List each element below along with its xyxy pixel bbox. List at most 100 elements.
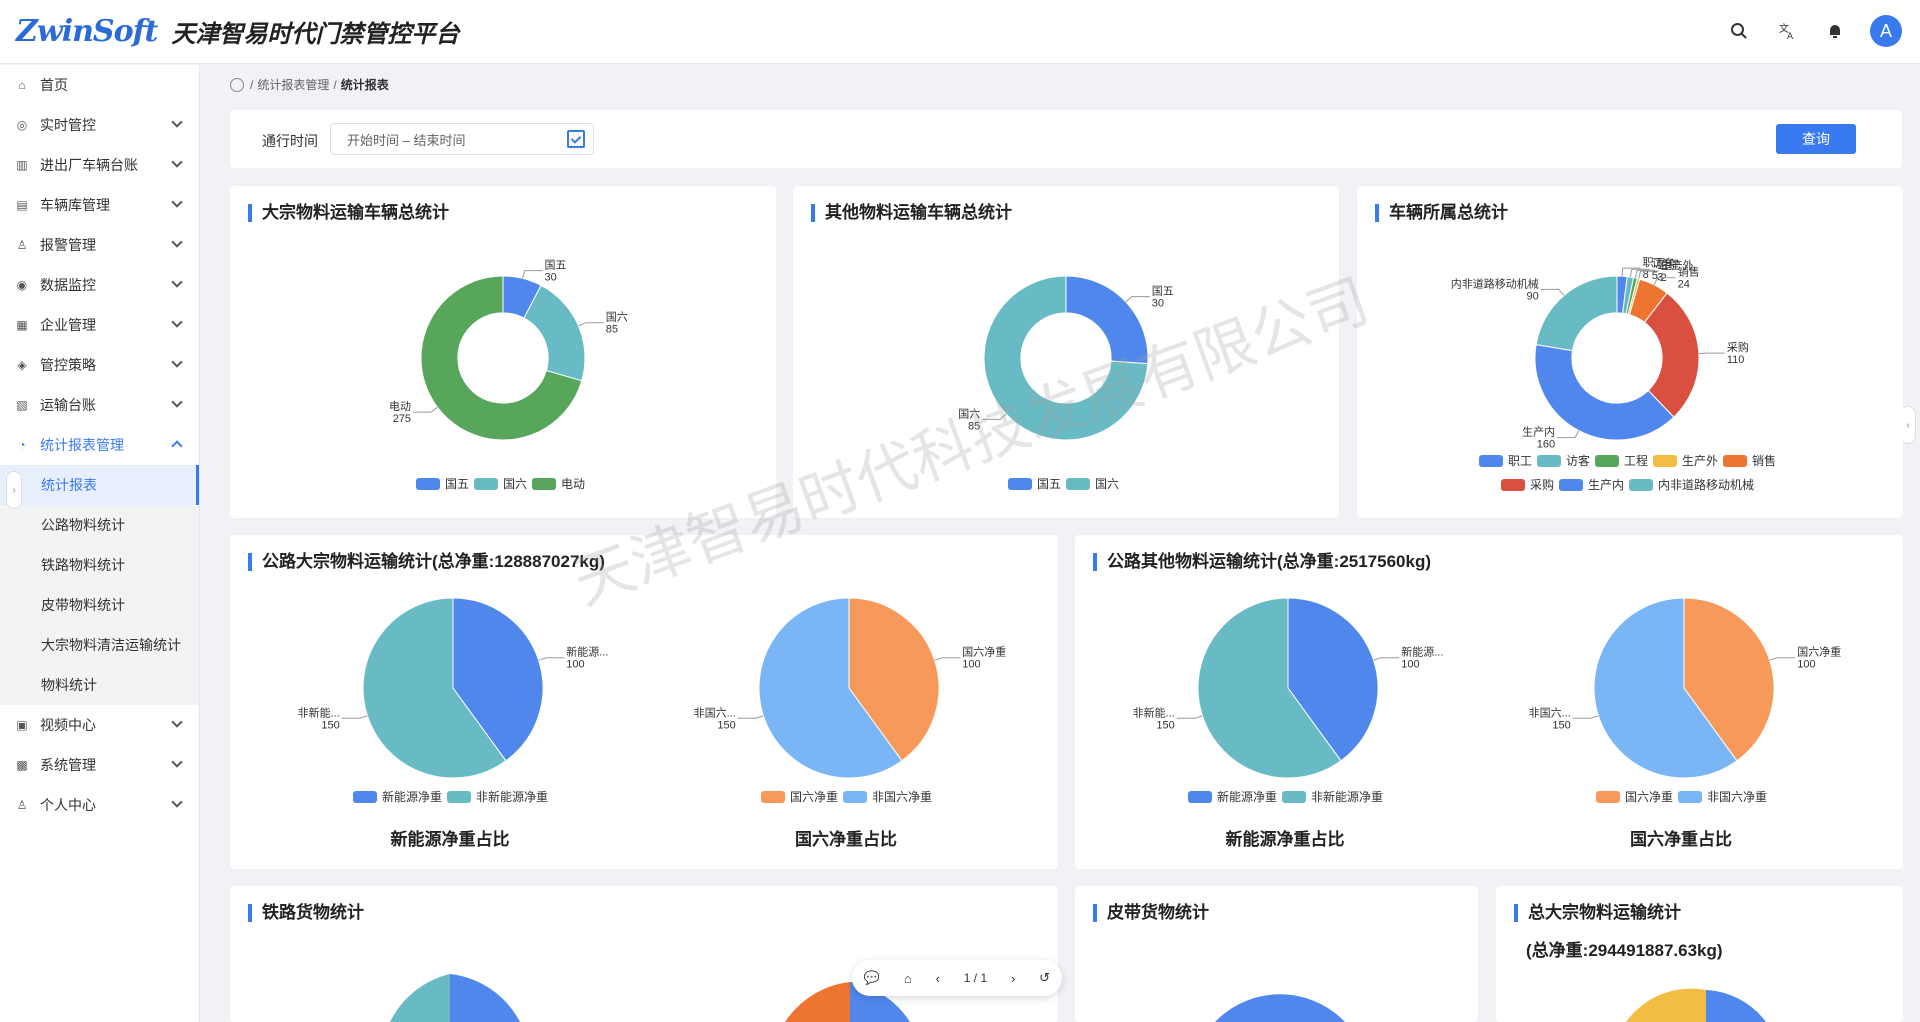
avatar[interactable]: A [1870,15,1902,47]
legend-label[interactable]: 国五 [445,477,469,491]
query-button[interactable]: 查询 [1776,124,1856,154]
legend-label[interactable]: 电动 [561,477,585,491]
pie-slice[interactable] [1535,275,1618,352]
sidebar-collapse-handle[interactable]: › [6,471,22,509]
chevron-icon [171,236,183,248]
pie-value: 85 [606,324,618,336]
legend-label[interactable]: 国六 [503,477,527,491]
donut-chart-bulk-vehicles: 国五30国六85电动275国五 国六 电动 [389,259,628,491]
sidebar-item[interactable]: ◈ 管控策略 [0,345,199,385]
pie-label-line [413,406,438,413]
legend-swatch [1595,455,1619,467]
sidebar-subitem[interactable]: 大宗物料清洁运输统计 [0,625,199,665]
legend-label[interactable]: 国六 [1095,477,1119,491]
legend-label[interactable]: 销售 [1752,453,1776,468]
legend-label[interactable]: 采购 [1530,477,1554,492]
card-total-bulk: 总大宗物料运输统计 (总净重:294491887.63kg) [1496,886,1903,1022]
card-belt: 皮带货物统计 [1075,886,1478,1022]
sidebar-item-label: 统计报表管理 [40,437,124,453]
sidebar-item[interactable]: ♙ 报警管理 [0,225,199,265]
sidebar-subitem[interactable]: 公路物料统计 [0,505,199,545]
sidebar-item[interactable]: ◔ 统计报表管理 [0,425,199,465]
sidebar-subitem[interactable]: 皮带物料统计 [0,585,199,625]
home-icon[interactable]: ⌂ [904,971,912,986]
legend-label[interactable]: 职工 [1508,454,1532,468]
sidebar-item[interactable]: ▤ 车辆库管理 [0,185,199,225]
bell-icon[interactable] [1818,14,1852,48]
transport-ledger-icon: ▧ [16,398,28,412]
pie-slice[interactable] [523,284,586,382]
sidebar-item[interactable]: ◎ 实时管控 [0,105,199,145]
pie-label-line [934,657,961,661]
legend-swatch [1678,791,1702,803]
pie-label-line [1572,715,1599,719]
legend-swatch [761,791,785,803]
pie-label: 生产内 [1522,425,1555,439]
sidebar-subitem[interactable]: 统计报表 [0,465,199,505]
translate-icon[interactable]: 文A [1770,14,1804,48]
pie-slice[interactable] [1065,275,1149,365]
legend-swatch [353,791,377,803]
legend-swatch [843,791,867,803]
sidebar-item[interactable]: ⌂ 首页 [0,65,199,105]
pie-caption: 国六净重占比 [795,830,897,849]
pie-label: 销售 [1678,265,1700,279]
sidebar-item[interactable]: ▩ 系统管理 [0,745,199,785]
calendar-icon[interactable] [567,130,585,148]
video-icon: ▣ [16,718,28,732]
prev-page-icon[interactable]: ‹ [936,971,940,986]
date-range-input[interactable]: 开始时间 – 结束时间 [330,123,594,155]
legend-label[interactable]: 新能源净重 [1217,789,1277,804]
belt-slice-a [1215,994,1345,1022]
pie-label: 国六 [606,311,628,324]
sidebar-item[interactable]: ▧ 运输台账 [0,385,199,425]
next-page-icon[interactable]: › [1011,971,1015,986]
logo-mark: ZwinSoft [16,14,158,49]
pie-label: 国六净重 [1797,645,1841,659]
pie-value: 160 [1537,439,1555,451]
legend-label[interactable]: 访客 [1566,453,1590,468]
legend-label[interactable]: 非新能源净重 [476,789,548,804]
vehicle-db-icon: ▤ [16,198,28,212]
legend-label[interactable]: 新能源净重 [382,789,442,804]
pie-label-line [737,715,764,719]
date-range-placeholder: 开始时间 – 结束时间 [347,132,466,148]
sidebar-subitem[interactable]: 铁路物料统计 [0,545,199,585]
donut-chart-other-vehicles: 国五30国六85国五 国六 [958,275,1174,491]
home-icon: ⌂ [18,78,26,92]
card-road-other: 公路其他物料运输统计(总净重:2517560kg) 新能源... 100 非新能..… [1075,535,1903,869]
legend-label[interactable]: 非国六净重 [1707,790,1767,804]
legend-label[interactable]: 国五 [1037,477,1061,491]
legend-label[interactable]: 国六净重 [1625,790,1673,804]
logo: ZwinSoft 天津智易时代门禁管控平台 [16,14,459,49]
sidebar-item[interactable]: ▣ 视频中心 [0,705,199,745]
sidebar-item[interactable]: ▦ 企业管理 [0,305,199,345]
search-icon[interactable] [1722,14,1756,48]
pie-label-line [1373,657,1400,661]
legend-label[interactable]: 生产外 [1682,454,1718,468]
legend-label[interactable]: 非国六净重 [872,790,932,804]
legend-label[interactable]: 工程 [1624,453,1648,468]
legend-label[interactable]: 生产内 [1588,478,1624,492]
legend-swatch [1537,455,1561,467]
legend-label[interactable]: 内非道路移动机械 [1658,477,1754,492]
card-other-vehicles: 其他物料运输车辆总统计 国五 30 国六 85 国五 国六 [793,186,1339,518]
legend-swatch [474,478,498,490]
viewer-toolbar: 💬 ⌂ ‹ 1 / 1 › ↺ [852,960,1062,996]
sidebar-item[interactable]: ▥ 进出厂车辆台账 [0,145,199,185]
sidebar-item[interactable]: ♙ 个人中心 [0,785,199,825]
rail-slice-b [450,974,520,1022]
system-icon: ▩ [16,758,28,772]
undo-icon[interactable]: ↺ [1039,970,1050,986]
sidebar-subitem[interactable]: 物料统计 [0,665,199,705]
legend-label[interactable]: 非新能源净重 [1311,789,1383,804]
legend-label[interactable]: 国六净重 [790,790,838,804]
pie-label: 采购 [1727,340,1749,354]
comment-icon[interactable]: 💬 [864,970,880,986]
pie-value: 150 [1552,719,1570,731]
chevron-icon [171,196,183,208]
sidebar-item-label: 个人中心 [40,797,96,813]
pie-label: 国五 [1152,285,1174,298]
sidebar-item[interactable]: ◉ 数据监控 [0,265,199,305]
breadcrumb-parent[interactable]: 统计报表管理 [257,76,329,93]
